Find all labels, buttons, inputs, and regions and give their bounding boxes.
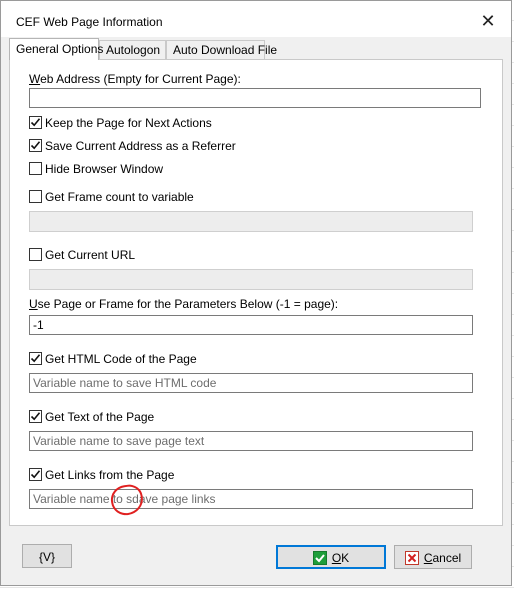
general-options-panel: Web Address (Empty for Current Page): Ke…: [9, 59, 503, 526]
frame-parameter-label: Use Page or Frame for the Parameters Bel…: [29, 297, 339, 311]
close-icon[interactable]: ✕: [477, 10, 499, 32]
web-address-label: Web Address (Empty for Current Page):: [29, 72, 241, 86]
save-referrer-checkbox[interactable]: [29, 139, 42, 152]
hide-browser-label: Hide Browser Window: [45, 162, 164, 176]
html-code-checkbox[interactable]: [29, 352, 42, 365]
cancel-x-icon: [404, 550, 419, 565]
page-text-variable-input[interactable]: [29, 431, 473, 451]
web-address-input[interactable]: [29, 88, 481, 108]
page-links-checkbox[interactable]: [29, 468, 42, 481]
html-code-label: Get HTML Code of the Page: [45, 352, 197, 366]
tab-auto-download-file[interactable]: Auto Download File: [166, 40, 277, 59]
title-bar: CEF Web Page Information ✕: [1, 1, 511, 37]
checkmark-icon: [30, 412, 41, 421]
frame-count-checkbox[interactable]: [29, 190, 42, 203]
checkmark-icon: [312, 550, 327, 565]
frame-count-variable-input[interactable]: [29, 211, 473, 232]
current-url-label: Get Current URL: [45, 248, 136, 262]
tab-general-options[interactable]: General Options: [9, 38, 103, 60]
page-links-label: Get Links from the Page: [45, 468, 175, 482]
ok-button[interactable]: OK: [276, 545, 386, 569]
page-text-checkbox[interactable]: [29, 410, 42, 423]
checkmark-icon: [30, 141, 41, 150]
page-text-label: Get Text of the Page: [45, 410, 155, 424]
hide-browser-checkbox[interactable]: [29, 162, 42, 175]
keep-page-label: Keep the Page for Next Actions: [45, 116, 212, 130]
dialog-window: CEF Web Page Information ✕ General Optio…: [0, 0, 512, 586]
checkmark-icon: [30, 470, 41, 479]
save-referrer-label: Save Current Address as a Referrer: [45, 139, 236, 153]
frame-count-label: Get Frame count to variable: [45, 190, 194, 204]
window-title: CEF Web Page Information: [16, 15, 163, 29]
frame-parameter-input[interactable]: [29, 315, 473, 335]
variables-button[interactable]: {V}: [22, 544, 72, 568]
tab-autologon[interactable]: Autologon: [99, 40, 166, 59]
page-links-variable-input[interactable]: [29, 489, 473, 509]
cancel-button[interactable]: Cancel: [394, 545, 472, 569]
current-url-variable-input[interactable]: [29, 269, 473, 290]
checkmark-icon: [30, 118, 41, 127]
checkmark-icon: [30, 354, 41, 363]
html-code-variable-input[interactable]: [29, 373, 473, 393]
current-url-checkbox[interactable]: [29, 248, 42, 261]
keep-page-checkbox[interactable]: [29, 116, 42, 129]
